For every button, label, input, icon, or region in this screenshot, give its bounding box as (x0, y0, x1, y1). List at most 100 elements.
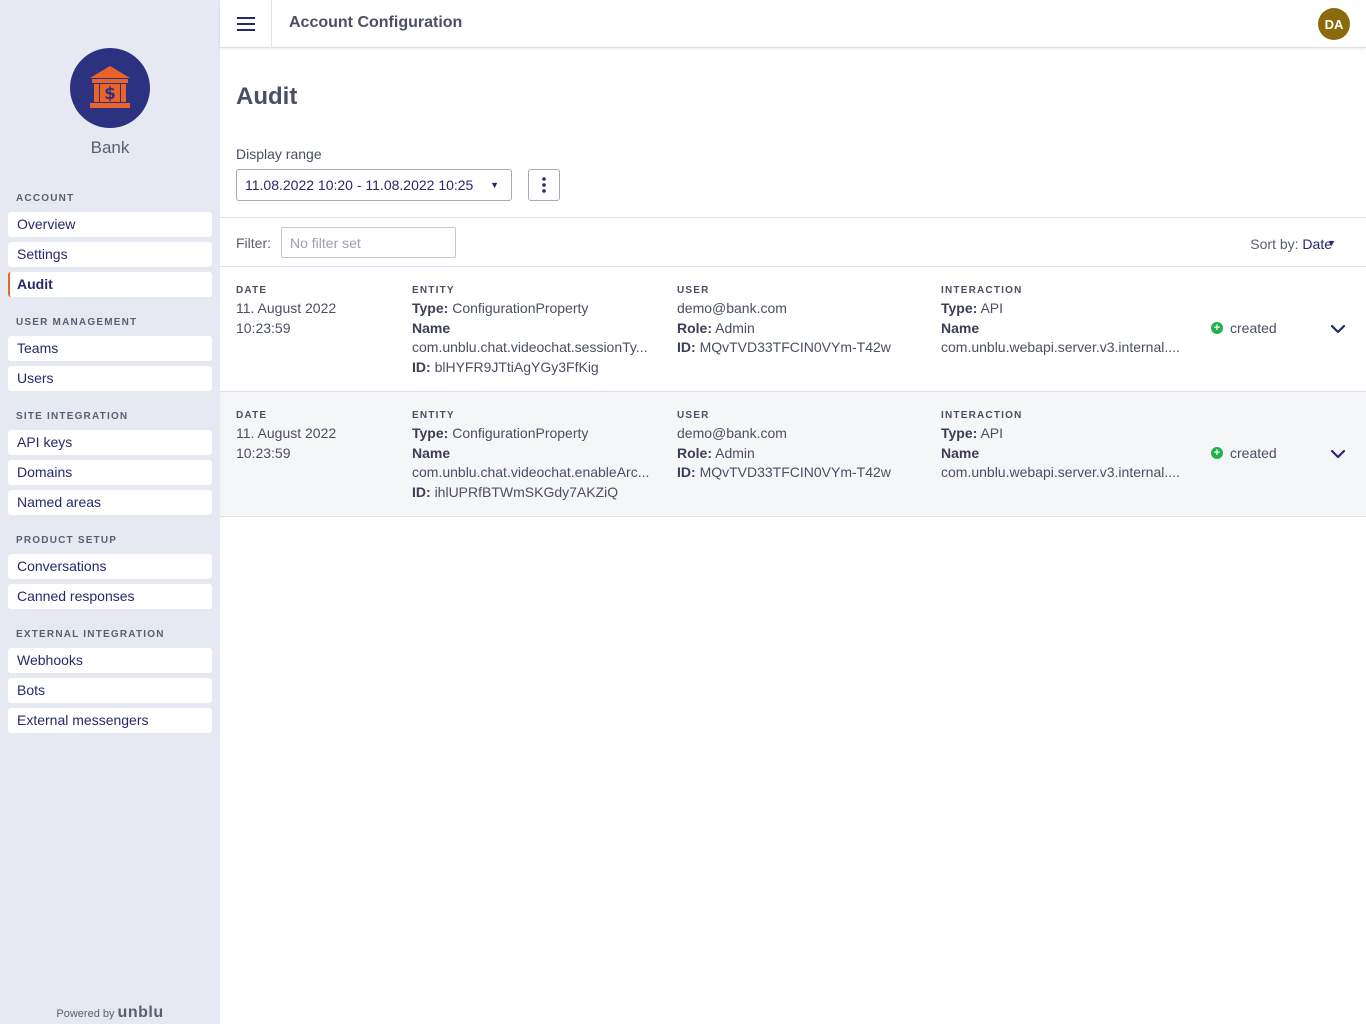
date-cell: DATE 11. August 2022 10:23:59 (236, 408, 396, 463)
interaction-type-value: API (980, 425, 1004, 441)
entity-type-value: ConfigurationProperty (452, 425, 589, 441)
nav-section-site-integration: SITE INTEGRATION API keys Domains Named … (8, 410, 212, 515)
sidebar-item-api-keys[interactable]: API keys (8, 430, 212, 455)
interaction-name-value: com.unblu.webapi.server.v3.internal.... (941, 464, 1180, 481)
sidebar-item-settings[interactable]: Settings (8, 242, 212, 267)
entity-cell: ENTITY Type: ConfigurationProperty Name … (412, 283, 659, 378)
sidebar-item-domains[interactable]: Domains (8, 460, 212, 485)
entity-cell: ENTITY Type: ConfigurationProperty Name … (412, 408, 659, 503)
user-role-label: Role: (677, 319, 712, 336)
sidebar-item-external-messengers[interactable]: External messengers (8, 708, 212, 733)
more-vertical-icon (542, 177, 546, 193)
status-badge: + created (1211, 445, 1277, 461)
chevron-down-icon (1330, 449, 1346, 459)
sidebar-item-users[interactable]: Users (8, 366, 212, 391)
entity-column-label: ENTITY (412, 410, 455, 421)
display-range-label: Display range (236, 146, 322, 162)
interaction-cell: INTERACTION Type: API Name com.unblu.web… (941, 283, 1191, 358)
hamburger-menu-icon (236, 17, 255, 31)
powered-by-label: Powered by (56, 1008, 115, 1020)
user-cell: USER demo@bank.com Role: Admin ID: MQvTV… (677, 408, 927, 483)
interaction-column-label: INTERACTION (941, 410, 1023, 421)
audit-row[interactable]: DATE 11. August 2022 10:23:59 ENTITY Typ… (220, 392, 1366, 517)
header-title: Account Configuration (289, 14, 463, 31)
nav-section-account: ACCOUNT Overview Settings Audit (8, 192, 212, 297)
interaction-cell: INTERACTION Type: API Name com.unblu.web… (941, 408, 1191, 483)
nav-heading-external-integration: EXTERNAL INTEGRATION (16, 629, 165, 640)
sidebar-item-canned-responses[interactable]: Canned responses (8, 584, 212, 609)
interaction-type-label: Type: (941, 425, 978, 441)
plus-circle-icon: + (1211, 447, 1223, 459)
date-column-label: DATE (236, 410, 268, 421)
sidebar-item-overview[interactable]: Overview (8, 212, 212, 237)
nav-heading-user-management: USER MANAGEMENT (16, 317, 138, 328)
nav-section-user-management: USER MANAGEMENT Teams Users (8, 316, 212, 391)
entity-type-value: ConfigurationProperty (452, 300, 589, 316)
svg-text:$: $ (104, 84, 116, 104)
user-id-label: ID: (677, 339, 696, 356)
entity-name-label: Name (412, 444, 451, 461)
interaction-column-label: INTERACTION (941, 285, 1023, 296)
entity-id-value: ihlUPRfBTWmSKGdy7AKZiQ (434, 484, 619, 501)
powered-by: Powered by unblu (0, 1004, 220, 1022)
nav-section-product-setup: PRODUCT SETUP Conversations Canned respo… (8, 534, 212, 609)
interaction-name-label: Name (941, 444, 980, 461)
unblu-logo: unblu (117, 1004, 164, 1021)
hamburger-menu-button[interactable] (220, 0, 272, 48)
user-avatar[interactable]: DA (1318, 8, 1350, 40)
date-column-label: DATE (236, 285, 268, 296)
org-logo: $ (70, 48, 150, 128)
user-id-value: MQvTVD33TFCIN0VYm-T42w (699, 339, 891, 356)
sort-label: Sort by: (1250, 236, 1299, 252)
date-value: 11. August 2022 (236, 425, 337, 441)
entity-type-label: Type: (412, 300, 449, 316)
sidebar-item-audit[interactable]: Audit (8, 272, 212, 297)
expand-row-button[interactable] (1328, 444, 1348, 464)
user-email-value: demo@bank.com (677, 300, 787, 316)
expand-row-button[interactable] (1328, 319, 1348, 339)
plus-circle-icon: + (1211, 322, 1223, 334)
sidebar: $ Bank ACCOUNT Overview Settings Audit U… (0, 0, 220, 1024)
entity-column-label: ENTITY (412, 285, 455, 296)
user-role-value: Admin (715, 319, 755, 336)
user-cell: USER demo@bank.com Role: Admin ID: MQvTV… (677, 283, 927, 358)
display-range-value: 11.08.2022 10:20 - 11.08.2022 10:25 (245, 177, 474, 193)
filter-bar: Filter: Sort by: Date ▼ (220, 217, 1366, 267)
interaction-name-value: com.unblu.webapi.server.v3.internal.... (941, 339, 1180, 356)
nav-section-external-integration: EXTERNAL INTEGRATION Webhooks Bots Exter… (8, 628, 212, 733)
top-header: Account Configuration DA (220, 0, 1366, 48)
status-text: created (1230, 445, 1277, 461)
entity-name-label: Name (412, 319, 451, 336)
time-value: 10:23:59 (236, 444, 291, 461)
nav-heading-account: ACCOUNT (16, 193, 75, 204)
user-role-value: Admin (715, 444, 755, 461)
sidebar-item-teams[interactable]: Teams (8, 336, 212, 361)
page-title: Audit (236, 83, 298, 110)
sidebar-item-bots[interactable]: Bots (8, 678, 212, 703)
status-badge: + created (1211, 320, 1277, 336)
caret-down-icon: ▼ (1327, 238, 1336, 248)
sidebar-item-webhooks[interactable]: Webhooks (8, 648, 212, 673)
display-range-select[interactable]: 11.08.2022 10:20 - 11.08.2022 10:25 ▼ (236, 169, 512, 201)
nav-heading-site-integration: SITE INTEGRATION (16, 411, 129, 422)
sort-dropdown[interactable]: Sort by: Date (1250, 236, 1332, 252)
status-text: created (1230, 320, 1277, 336)
entity-id-label: ID: (412, 484, 431, 501)
more-options-button[interactable] (528, 169, 560, 201)
user-id-label: ID: (677, 464, 696, 481)
entity-type-label: Type: (412, 425, 449, 441)
sidebar-item-named-areas[interactable]: Named areas (8, 490, 212, 515)
entity-name-value: com.unblu.chat.videochat.sessionTy... (412, 339, 648, 356)
entity-id-value: blHYFR9JTtiAgYGy3FfKig (434, 359, 599, 376)
entity-name-value: com.unblu.chat.videochat.enableArc... (412, 464, 650, 481)
user-column-label: USER (677, 410, 710, 421)
time-value: 10:23:59 (236, 319, 291, 336)
chevron-down-icon (1330, 324, 1346, 334)
user-role-label: Role: (677, 444, 712, 461)
user-column-label: USER (677, 285, 710, 296)
audit-row[interactable]: DATE 11. August 2022 10:23:59 ENTITY Typ… (220, 267, 1366, 392)
filter-input[interactable] (281, 227, 456, 258)
sidebar-item-conversations[interactable]: Conversations (8, 554, 212, 579)
nav-heading-product-setup: PRODUCT SETUP (16, 535, 118, 546)
bank-icon: $ (90, 66, 130, 108)
